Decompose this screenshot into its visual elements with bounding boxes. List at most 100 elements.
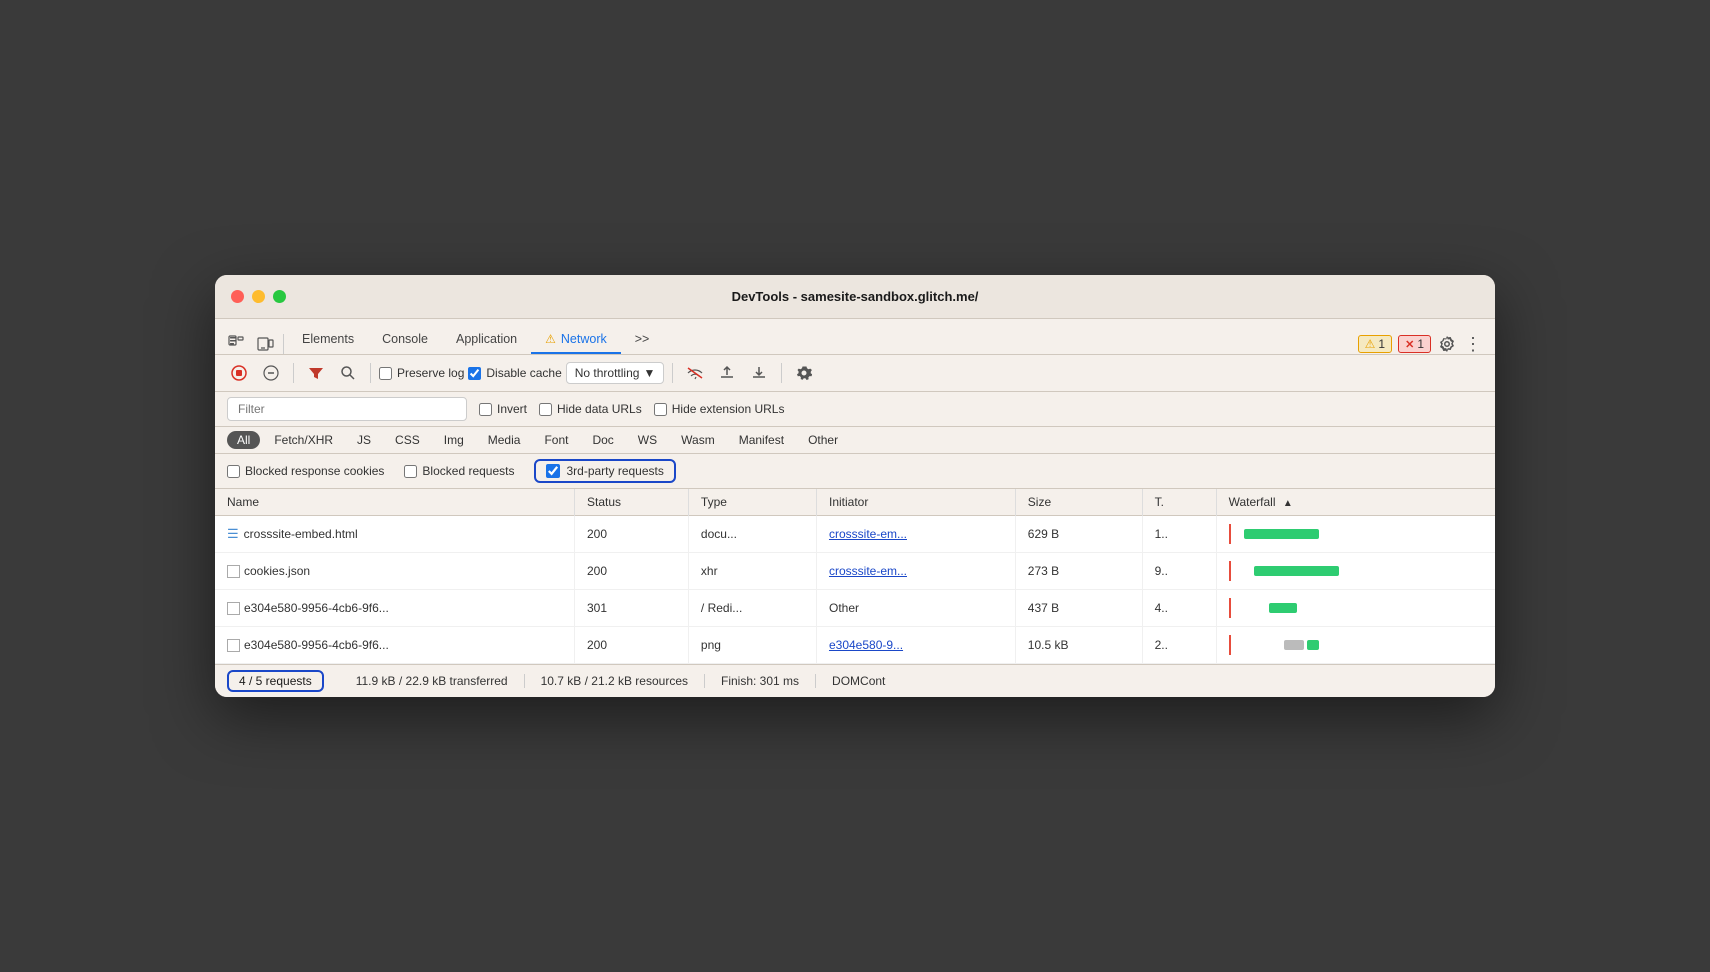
blocked-requests-checkbox[interactable] (404, 465, 417, 478)
time-cell: 4.. (1142, 590, 1216, 627)
type-btn-other[interactable]: Other (798, 431, 848, 449)
type-cell: docu... (688, 516, 816, 553)
col-type[interactable]: Type (688, 489, 816, 516)
tab-network[interactable]: ⚠ Network (531, 326, 621, 354)
search-icon-btn[interactable] (334, 359, 362, 387)
table-row[interactable]: e304e580-9956-4cb6-9f6... 301 / Redi... … (215, 590, 1495, 627)
type-btn-ws[interactable]: WS (628, 431, 667, 449)
warning-badge[interactable]: ⚠ 1 (1358, 335, 1392, 353)
tab-elements[interactable]: Elements (288, 326, 368, 354)
requests-count: 4 / 5 requests (227, 670, 324, 692)
empty-icon (227, 639, 240, 652)
clear-button[interactable] (257, 359, 285, 387)
size-cell: 437 B (1015, 590, 1142, 627)
waterfall-redline (1229, 561, 1231, 581)
error-badge[interactable]: ✕ 1 (1398, 335, 1431, 353)
preserve-log-checkbox[interactable] (379, 367, 392, 380)
third-party-requests-checkbox[interactable] (546, 464, 560, 478)
preserve-log-label[interactable]: Preserve log (379, 366, 464, 380)
type-btn-img[interactable]: Img (434, 431, 474, 449)
hide-data-urls-checkbox[interactable] (539, 403, 552, 416)
disable-cache-checkbox[interactable] (468, 367, 481, 380)
dom-content: DOMCont (816, 674, 901, 688)
table-row[interactable]: e304e580-9956-4cb6-9f6... 200 png e304e5… (215, 627, 1495, 664)
minimize-button[interactable] (252, 290, 265, 303)
type-btn-font[interactable]: Font (534, 431, 578, 449)
waterfall-cell (1216, 590, 1495, 627)
col-waterfall[interactable]: Waterfall ▲ (1216, 489, 1495, 516)
maximize-button[interactable] (273, 290, 286, 303)
initiator-cell: crosssite-em... (816, 516, 1015, 553)
waterfall-redline (1229, 598, 1231, 618)
table-row[interactable]: cookies.json 200 xhr crosssite-em... 273… (215, 553, 1495, 590)
warning-count: 1 (1378, 337, 1385, 351)
third-party-requests-label[interactable]: 3rd-party requests (534, 459, 675, 483)
network-table-wrapper: Name Status Type Initiator Size T. Water… (215, 489, 1495, 664)
blocked-response-cookies-label[interactable]: Blocked response cookies (227, 464, 384, 478)
throttle-select[interactable]: No throttling ▼ (566, 362, 665, 384)
type-btn-all[interactable]: All (227, 431, 260, 449)
download-icon-btn[interactable] (745, 359, 773, 387)
type-btn-js[interactable]: JS (347, 431, 381, 449)
col-size[interactable]: Size (1015, 489, 1142, 516)
disable-cache-label[interactable]: Disable cache (468, 366, 561, 380)
filter-bar: Invert Hide data URLs Hide extension URL… (215, 392, 1495, 427)
more-icon[interactable]: ⋮ (1463, 334, 1483, 354)
type-btn-fetch-xhr[interactable]: Fetch/XHR (264, 431, 343, 449)
titlebar: DevTools - samesite-sandbox.glitch.me/ (215, 275, 1495, 319)
hide-data-urls-label[interactable]: Hide data URLs (539, 402, 642, 416)
col-initiator[interactable]: Initiator (816, 489, 1015, 516)
device-icon[interactable] (255, 334, 275, 354)
type-btn-doc[interactable]: Doc (582, 431, 623, 449)
gear-icon-btn[interactable] (790, 359, 818, 387)
name-cell: ☰ crosssite-embed.html (215, 516, 575, 553)
resources-size: 10.7 kB / 21.2 kB resources (525, 674, 705, 688)
invert-label[interactable]: Invert (479, 402, 527, 416)
filter-input[interactable] (227, 397, 467, 421)
hide-ext-urls-checkbox[interactable] (654, 403, 667, 416)
doc-icon: ☰ (227, 526, 239, 542)
blocked-response-cookies-checkbox[interactable] (227, 465, 240, 478)
type-cell: / Redi... (688, 590, 816, 627)
size-cell: 629 B (1015, 516, 1142, 553)
settings-icon[interactable] (1437, 334, 1457, 354)
tab-console[interactable]: Console (368, 326, 442, 354)
waterfall-cell (1216, 553, 1495, 590)
devtools-window: DevTools - samesite-sandbox.glitch.me/ (215, 275, 1495, 697)
col-time[interactable]: T. (1142, 489, 1216, 516)
tab-more[interactable]: >> (621, 326, 664, 354)
time-cell: 2.. (1142, 627, 1216, 664)
separator-3 (672, 363, 673, 383)
sort-arrow: ▲ (1283, 498, 1293, 509)
error-icon: ✕ (1405, 338, 1414, 351)
waterfall-redline (1229, 635, 1231, 655)
invert-checkbox[interactable] (479, 403, 492, 416)
blocked-requests-label[interactable]: Blocked requests (404, 464, 514, 478)
window-title: DevTools - samesite-sandbox.glitch.me/ (732, 289, 979, 304)
hide-ext-urls-label[interactable]: Hide extension URLs (654, 402, 785, 416)
action-toolbar: Preserve log Disable cache No throttling… (215, 355, 1495, 392)
type-btn-css[interactable]: CSS (385, 431, 430, 449)
waterfall-cell (1216, 516, 1495, 553)
col-name[interactable]: Name (215, 489, 575, 516)
wifi-icon-btn[interactable] (681, 359, 709, 387)
upload-icon-btn[interactable] (713, 359, 741, 387)
type-btn-wasm[interactable]: Wasm (671, 431, 725, 449)
table-row[interactable]: ☰ crosssite-embed.html 200 docu... cross… (215, 516, 1495, 553)
type-btn-manifest[interactable]: Manifest (729, 431, 794, 449)
name-cell: cookies.json (215, 553, 575, 590)
throttle-dropdown-icon: ▼ (643, 366, 655, 380)
type-btn-media[interactable]: Media (478, 431, 531, 449)
waterfall-bar-4b (1307, 640, 1319, 650)
filter-icon-btn[interactable] (302, 359, 330, 387)
status-cell: 200 (575, 553, 689, 590)
waterfall-bar-1 (1244, 529, 1319, 539)
col-status[interactable]: Status (575, 489, 689, 516)
cookie-filter-bar: Blocked response cookies Blocked request… (215, 454, 1495, 489)
tab-application[interactable]: Application (442, 326, 531, 354)
size-cell: 273 B (1015, 553, 1142, 590)
inspect-icon[interactable] (227, 334, 247, 354)
close-button[interactable] (231, 290, 244, 303)
stop-button[interactable] (225, 359, 253, 387)
separator-2 (370, 363, 371, 383)
